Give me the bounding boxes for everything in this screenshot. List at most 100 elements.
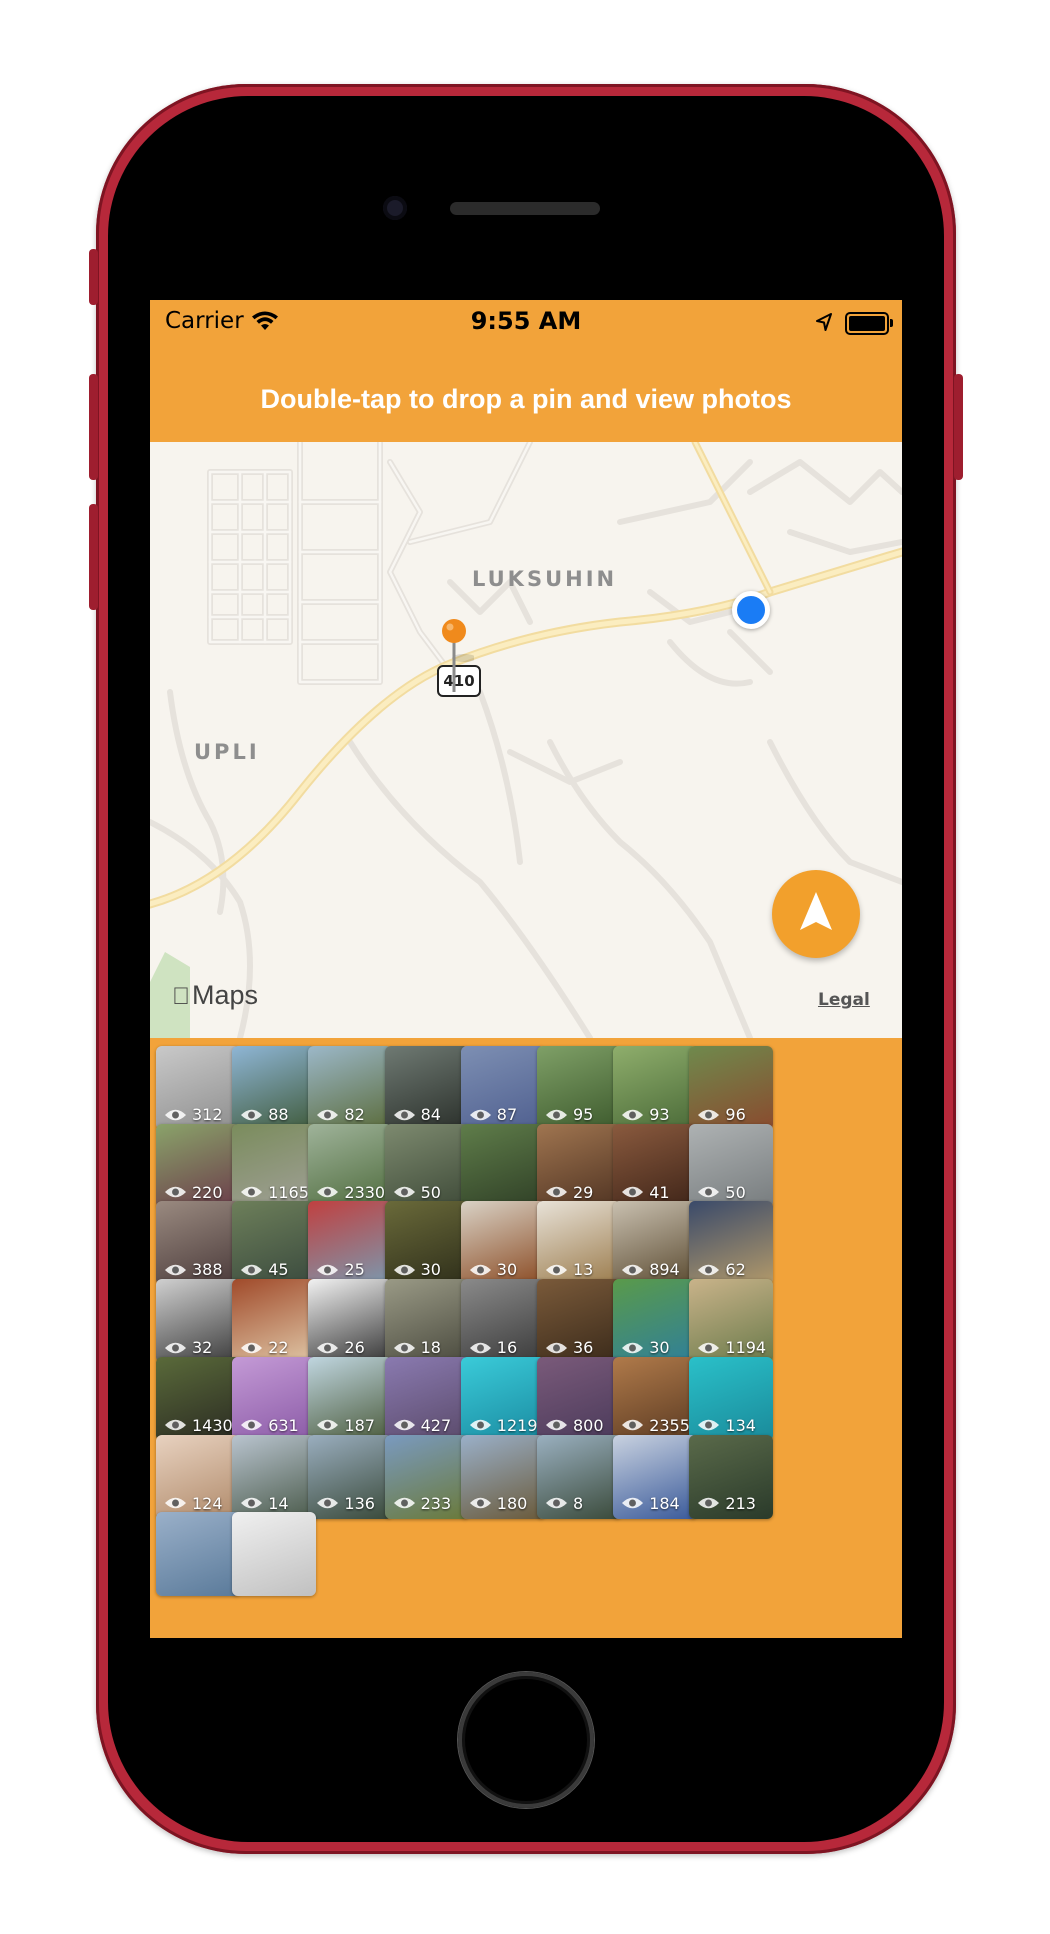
photo-thumbnail[interactable]: 187 <box>308 1356 393 1441</box>
photo-thumbnail[interactable]: 2330 <box>308 1123 393 1208</box>
photo-thumbnail[interactable]: 136 <box>308 1434 393 1519</box>
eye-icon <box>164 1420 187 1431</box>
view-count-label: 13 <box>573 1260 594 1280</box>
photo-thumbnail[interactable]: 22 <box>232 1279 317 1364</box>
photo-thumbnail[interactable]: 88 <box>232 1046 317 1130</box>
photo-thumbnail[interactable] <box>156 1512 240 1597</box>
view-count-label: 88 <box>268 1105 289 1124</box>
photo-thumbnail[interactable]: 1219 <box>460 1356 545 1441</box>
photo-thumbnail[interactable]: 36 <box>537 1279 621 1364</box>
photo-thumbnail[interactable]: 312 <box>156 1046 240 1130</box>
view-count: 41 <box>621 1183 670 1202</box>
photo-thumbnail[interactable]: 30 <box>460 1201 545 1286</box>
photo-thumbnail[interactable]: 1194 <box>689 1279 774 1364</box>
photo-thumbnail[interactable]: 29 <box>537 1123 621 1208</box>
view-count: 220 <box>164 1183 223 1202</box>
photo-thumbnail[interactable]: 631 <box>232 1356 317 1441</box>
view-count: 45 <box>240 1260 289 1279</box>
eye-icon <box>317 1109 339 1120</box>
mute-switch <box>89 249 98 305</box>
view-count: 30 <box>393 1260 441 1279</box>
eye-icon <box>241 1342 263 1353</box>
locate-me-button[interactable] <box>772 870 860 958</box>
photo-thumbnail[interactable]: 427 <box>384 1356 469 1441</box>
view-count: 82 <box>316 1105 365 1124</box>
photo-thumbnail[interactable]: 388 <box>156 1201 240 1286</box>
view-count: 93 <box>621 1105 670 1124</box>
pin-icon[interactable] <box>440 618 474 700</box>
map-view[interactable]: LUKSUHIN UPLI 410 Maps Legal <box>150 442 902 1038</box>
photo-thumbnail[interactable]: 50 <box>689 1123 774 1208</box>
photo-thumbnail[interactable]: 894 <box>613 1201 698 1286</box>
photo-thumbnail[interactable]: 25 <box>308 1201 393 1286</box>
view-count: 1194 <box>697 1338 766 1357</box>
photo-thumbnail[interactable]: 30 <box>384 1201 469 1286</box>
view-count-label: 14 <box>268 1493 289 1513</box>
photo-thumbnail[interactable]: 30 <box>613 1279 698 1364</box>
view-count-label: 30 <box>496 1260 518 1280</box>
photo-thumbnail[interactable]: 32 <box>156 1279 240 1364</box>
eye-icon <box>317 1497 339 1509</box>
view-count: 894 <box>621 1260 680 1279</box>
eye-icon <box>241 1420 263 1431</box>
photo-thumbnail[interactable]: 1165 <box>232 1123 317 1208</box>
photo-thumbnail[interactable]: 95 <box>537 1046 621 1130</box>
view-count-label: 25 <box>344 1260 365 1280</box>
photo-thumbnail[interactable]: 8 <box>537 1434 621 1519</box>
eye-icon <box>164 1186 187 1198</box>
eye-icon <box>393 1264 415 1276</box>
view-count: 95 <box>545 1105 593 1124</box>
view-count: 1430 <box>164 1416 233 1435</box>
eye-icon <box>164 1109 187 1120</box>
photo-thumbnail[interactable]: 800 <box>537 1356 621 1441</box>
photo-thumbnail[interactable]: 41 <box>613 1123 698 1208</box>
photo-thumbnail[interactable]: 18 <box>384 1279 469 1364</box>
view-count-label: 50 <box>725 1182 746 1202</box>
legal-link[interactable]: Legal <box>818 990 870 1010</box>
photo-thumbnail[interactable] <box>232 1512 317 1597</box>
photo-thumbnail[interactable]: 84 <box>384 1046 469 1130</box>
photo-thumbnail[interactable]: 184 <box>613 1434 698 1519</box>
eye-icon <box>622 1342 644 1353</box>
view-count: 36 <box>545 1338 593 1357</box>
view-count: 87 <box>469 1105 517 1124</box>
eye-icon <box>393 1342 415 1353</box>
view-count-label: 93 <box>649 1105 670 1124</box>
eye-icon <box>622 1420 644 1431</box>
photo-thumbnail[interactable]: 50 <box>384 1123 469 1208</box>
home-button[interactable] <box>458 1672 594 1808</box>
photo-thumbnail[interactable]: 2355 <box>613 1356 698 1441</box>
photo-thumbnail[interactable]: 180 <box>460 1434 545 1519</box>
photo-thumbnail[interactable]: 82 <box>308 1046 393 1130</box>
photo-thumbnail[interactable]: 45 <box>232 1201 317 1286</box>
view-count-label: 213 <box>725 1493 756 1513</box>
view-count-label: 134 <box>725 1415 756 1435</box>
view-count-label: 62 <box>725 1260 746 1280</box>
photo-thumbnail[interactable] <box>460 1123 545 1208</box>
view-count-label: 95 <box>573 1105 594 1124</box>
photo-thumbnail[interactable]: 213 <box>689 1434 774 1519</box>
photo-thumbnail[interactable]: 134 <box>689 1356 774 1441</box>
photo-thumbnail[interactable]: 96 <box>689 1046 774 1130</box>
photo-thumbnail[interactable]: 87 <box>460 1046 545 1130</box>
photo-thumbnail[interactable]: 233 <box>384 1434 469 1519</box>
eye-icon <box>545 1420 568 1431</box>
earpiece-speaker <box>450 202 600 215</box>
battery-icon <box>845 312 893 335</box>
view-count-label: 1165 <box>268 1182 309 1202</box>
view-count: 134 <box>697 1416 756 1435</box>
photo-thumbnail[interactable]: 220 <box>156 1123 240 1208</box>
photo-thumbnail[interactable]: 62 <box>689 1201 774 1286</box>
view-count-label: 22 <box>268 1338 289 1358</box>
photo-thumbnail[interactable]: 16 <box>460 1279 545 1364</box>
photo-thumbnail[interactable]: 124 <box>156 1434 240 1519</box>
photo-thumbnail[interactable]: 13 <box>537 1201 621 1286</box>
view-count-label: 2355 <box>649 1415 690 1435</box>
photo-thumbnail[interactable]: 1430 <box>156 1356 240 1441</box>
photo-thumbnail[interactable]: 93 <box>613 1046 698 1130</box>
photo-thumbnail[interactable]: 26 <box>308 1279 393 1364</box>
photo-thumbnail[interactable]: 14 <box>232 1434 317 1519</box>
eye-icon <box>241 1186 263 1198</box>
power-button <box>954 374 963 480</box>
view-count: 32 <box>164 1338 212 1357</box>
